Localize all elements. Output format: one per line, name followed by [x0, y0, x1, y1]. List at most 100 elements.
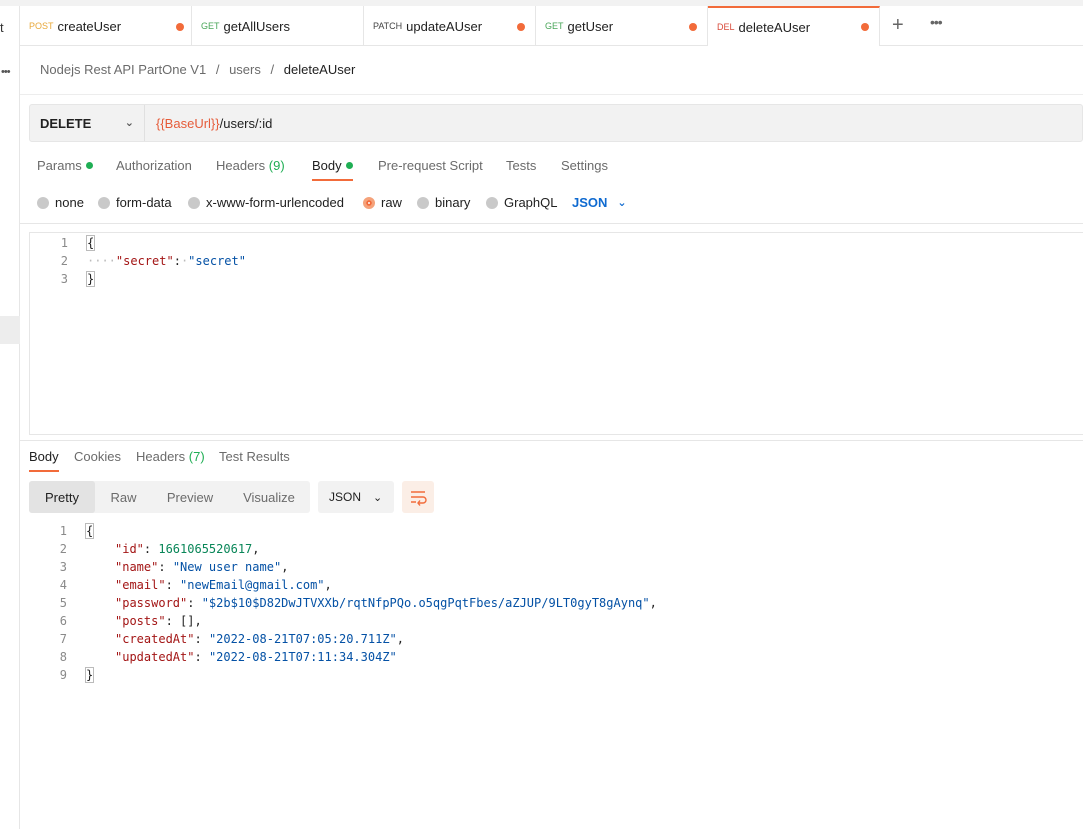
tab-label: createUser	[57, 18, 122, 34]
json-key: "updatedAt"	[115, 650, 195, 664]
code-line: ····"secret":·"secret"	[87, 254, 246, 268]
chevron-down-icon: ⌄	[373, 491, 383, 504]
active-dot-icon	[345, 162, 353, 169]
response-tab-cookies[interactable]: Cookies	[74, 449, 121, 464]
tab-label: Body	[29, 449, 59, 464]
tab-label: getAllUsers	[223, 18, 290, 34]
tab-label: deleteAUser	[738, 19, 811, 35]
json-key: "secret"	[115, 254, 174, 268]
line-number: 1	[60, 236, 68, 250]
json-key: "createdAt"	[115, 632, 195, 646]
tab-count: (7)	[188, 449, 205, 464]
response-body-viewer[interactable]: 1 2 3 4 5 6 7 8 9 { "id": 1661065520617,…	[29, 523, 1083, 704]
wrap-lines-icon	[411, 491, 427, 506]
breadcrumb-separator: /	[270, 62, 275, 77]
response-tab-body[interactable]: Body	[29, 449, 59, 472]
tab-get-all-users[interactable]: GET getAllUsers	[192, 6, 364, 46]
unsaved-dot-icon	[689, 23, 697, 31]
response-view-group: Pretty Raw Preview Visualize	[29, 481, 310, 513]
line-number: 7	[59, 632, 67, 646]
line-number: 9	[59, 668, 67, 682]
method-value: DELETE	[40, 115, 92, 131]
response-format-value: JSON	[329, 490, 362, 504]
code-line: "name": "New user name",	[115, 560, 289, 574]
body-format-value: JSON	[572, 195, 608, 210]
tab-get-user[interactable]: GET getUser	[536, 6, 708, 46]
wrap-lines-button[interactable]	[402, 481, 434, 513]
body-type-binary[interactable]: binary	[417, 195, 470, 210]
code-line: "createdAt": "2022-08-21T07:05:20.711Z",	[115, 632, 405, 646]
unsaved-dot-icon	[861, 23, 869, 31]
tab-label: Test Results	[219, 449, 290, 464]
tab-label: Headers	[216, 158, 266, 173]
tab-authorization[interactable]: Authorization	[116, 158, 192, 173]
tab-create-user[interactable]: POST createUser	[20, 6, 192, 46]
tab-options-icon[interactable]: •••	[930, 14, 943, 30]
json-key: "name"	[115, 560, 159, 574]
tab-label: Cookies	[74, 449, 121, 464]
body-type-form-data[interactable]: form-data	[98, 195, 172, 210]
new-tab-icon[interactable]: +	[892, 14, 904, 37]
json-key: "email"	[115, 578, 166, 592]
line-number: 2	[60, 254, 68, 268]
body-type-graphql[interactable]: GraphQL	[486, 195, 557, 210]
body-format-select[interactable]: JSON ⌄	[572, 195, 627, 210]
line-number: 8	[59, 650, 67, 664]
breadcrumb-request[interactable]: deleteAUser	[284, 62, 356, 77]
tab-label: Pre-request Script	[378, 158, 483, 173]
code-line: "password": "$2b$10$D82DwJTVXXb/rqtNfpPQ…	[115, 596, 657, 610]
tab-delete-a-user[interactable]: DEL deleteAUser	[708, 6, 880, 46]
json-value: "newEmail@gmail.com"	[180, 578, 325, 592]
tab-update-a-user[interactable]: PATCH updateAUser	[364, 6, 536, 46]
json-value[interactable]: "$2b$10$D82DwJTVXXb/rqtNfpPQo.o5qgPqtFbe…	[202, 596, 650, 610]
line-number: 4	[59, 578, 67, 592]
json-value: "2022-08-21T07:05:20.711Z"	[208, 632, 397, 646]
view-raw-button[interactable]: Raw	[95, 481, 152, 513]
tab-tests[interactable]: Tests	[506, 158, 536, 173]
radio-icon	[37, 196, 49, 209]
radio-label: form-data	[116, 195, 172, 210]
tab-params[interactable]: Params	[37, 158, 93, 173]
view-pretty-button[interactable]: Pretty	[29, 481, 95, 513]
radio-icon	[98, 196, 110, 209]
request-tab-bar: POST createUser GET getAllUsers PATCH up…	[20, 6, 1083, 46]
sidebar-more-icon[interactable]: •••	[1, 66, 11, 78]
line-number: 5	[59, 596, 67, 610]
tab-pre-request-script[interactable]: Pre-request Script	[378, 158, 483, 173]
response-tab-headers[interactable]: Headers (7)	[136, 449, 205, 464]
code-line: "id": 1661065520617,	[115, 542, 260, 556]
tab-label: Headers	[136, 449, 186, 464]
radio-label: x-www-form-urlencoded	[206, 195, 344, 210]
tab-headers[interactable]: Headers (9)	[216, 158, 285, 173]
radio-selected-icon	[363, 196, 375, 209]
unsaved-dot-icon	[176, 23, 184, 31]
tab-settings[interactable]: Settings	[561, 158, 608, 173]
url-input[interactable]: {{BaseUrl}}/users/:id	[156, 116, 272, 131]
response-format-select[interactable]: JSON ⌄	[318, 481, 394, 513]
line-number: 3	[59, 560, 67, 574]
breadcrumb-separator: /	[215, 62, 220, 77]
tab-label: Authorization	[116, 158, 192, 173]
breadcrumb-folder[interactable]: users	[229, 62, 261, 77]
tab-body[interactable]: Body	[312, 158, 353, 181]
body-type-urlencoded[interactable]: x-www-form-urlencoded	[188, 195, 344, 210]
tab-count: (9)	[268, 158, 285, 173]
json-key: "posts"	[115, 614, 166, 628]
view-visualize-button[interactable]: Visualize	[228, 481, 310, 513]
view-preview-button[interactable]: Preview	[152, 481, 228, 513]
active-dot-icon	[85, 162, 93, 169]
sidebar-selected-item[interactable]	[0, 316, 20, 344]
method-select[interactable]: DELETE ⌄	[30, 105, 145, 141]
body-type-raw[interactable]: raw	[363, 195, 402, 210]
request-body-editor[interactable]: 1 2 3 { ····"secret":·"secret" }	[29, 232, 1083, 435]
tab-label: Tests	[506, 158, 537, 173]
tab-label: updateAUser	[406, 18, 483, 34]
radio-label: raw	[381, 195, 402, 210]
line-number: 3	[60, 272, 68, 286]
response-tab-test-results[interactable]: Test Results	[219, 449, 290, 464]
tab-label: getUser	[567, 18, 614, 34]
breadcrumb-collection[interactable]: Nodejs Rest API PartOne V1	[40, 62, 206, 77]
code-line: "updatedAt": "2022-08-21T07:11:34.304Z"	[115, 650, 397, 664]
divider	[20, 223, 1083, 224]
body-type-none[interactable]: none	[37, 195, 84, 210]
